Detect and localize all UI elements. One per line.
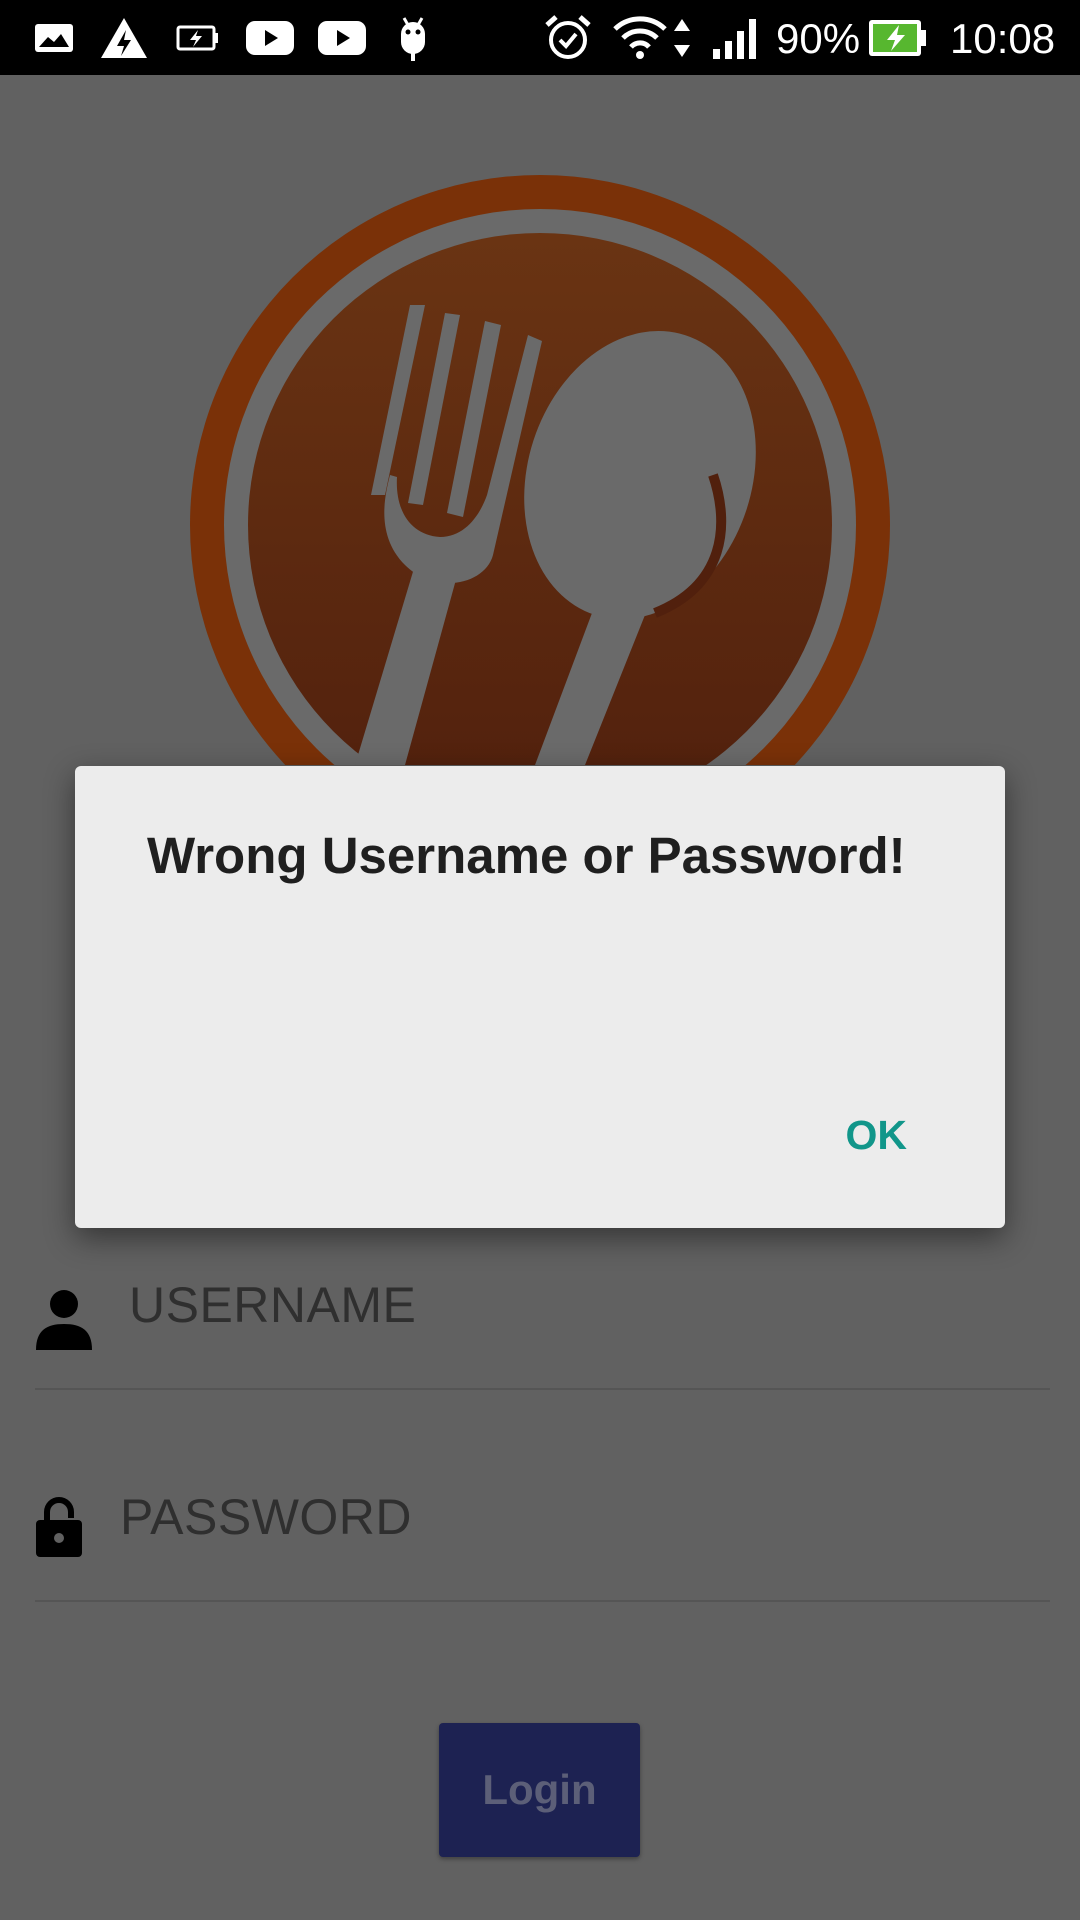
clock: 10:08 — [950, 15, 1056, 62]
error-dialog: Wrong Username or Password! OK — [75, 766, 1005, 1228]
battery-charging-icon — [175, 10, 221, 66]
signal-icon — [710, 10, 762, 66]
login-button[interactable]: Login — [439, 1723, 640, 1857]
restaurant-logo — [185, 165, 895, 875]
dialog-title: Wrong Username or Password! — [147, 827, 906, 884]
youtube-icon — [317, 10, 367, 66]
battery-percent: 90% — [776, 15, 861, 62]
ok-button[interactable]: OK — [838, 1102, 916, 1169]
wifi-icon — [610, 10, 670, 66]
password-field[interactable]: PASSWORD — [35, 1480, 1050, 1602]
lock-icon — [35, 1496, 83, 1563]
android-debug-icon — [395, 10, 431, 66]
vpn-warning-icon — [98, 10, 150, 66]
person-icon — [35, 1286, 93, 1357]
username-field[interactable]: USERNAME — [35, 1268, 1050, 1390]
data-arrows-icon — [670, 10, 694, 66]
youtube-icon — [245, 10, 295, 66]
gallery-icon — [33, 10, 75, 66]
status-bar: 90% 10:08 — [0, 0, 1080, 75]
password-input[interactable]: PASSWORD — [120, 1488, 412, 1546]
username-input[interactable]: USERNAME — [129, 1276, 416, 1334]
alarm-icon — [542, 10, 594, 66]
battery-icon — [866, 10, 928, 66]
